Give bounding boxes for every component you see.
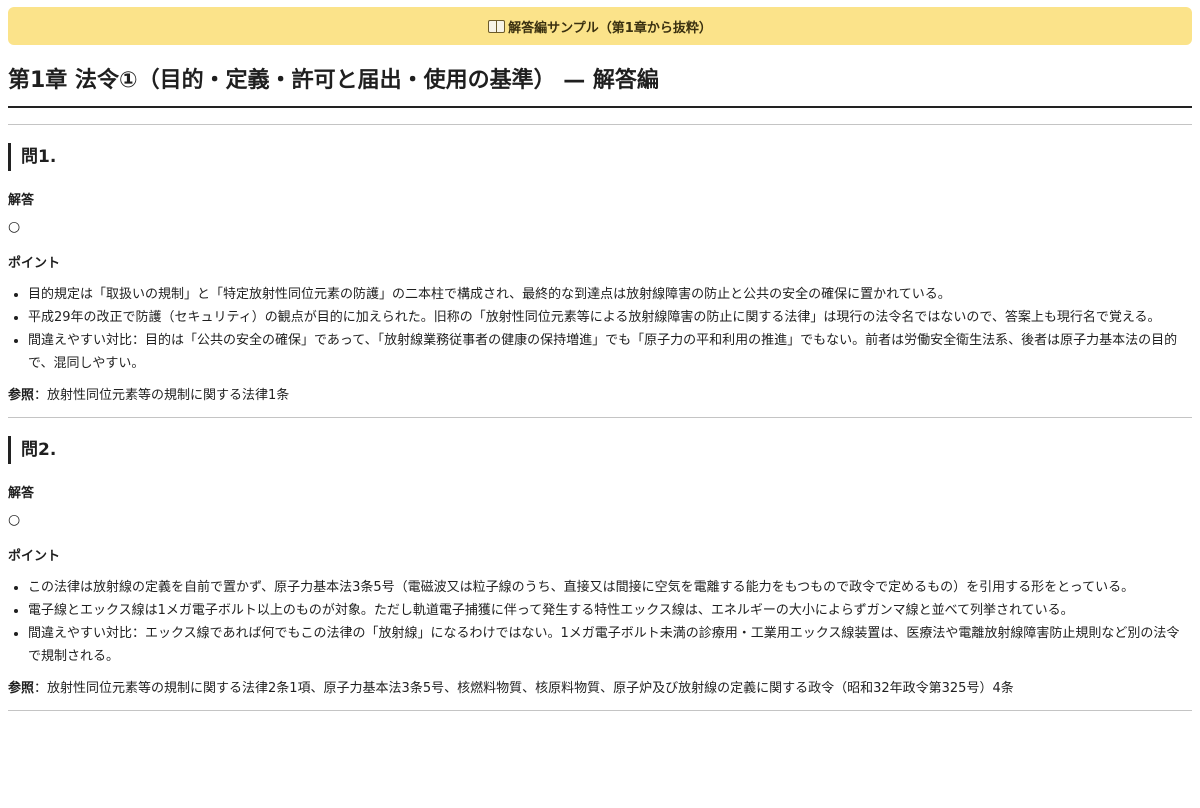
point-item: 間違えやすい対比：目的は「公共の安全の確保」であって、「放射線業務従事者の健康の… (28, 329, 1192, 375)
reference-line: 参照：放射性同位元素等の規制に関する法律1条 (8, 387, 1192, 405)
question-1: 問1. 解答 ○ ポイント 目的規定は「取扱いの規制」と「特定放射性同位元素の防… (8, 125, 1192, 405)
answer-label: 解答 (8, 192, 35, 208)
reference-text: ：放射性同位元素等の規制に関する法律2条1項、原子力基本法3条5号、核燃料物質、… (34, 680, 1014, 696)
point-item: 平成29年の改正で防護（セキュリティ）の観点が目的に加えられた。旧称の「放射性同… (28, 306, 1192, 329)
document-page: 解答編サンプル（第1章から抜粋） 第1章 法令①（目的・定義・許可と届出・使用の… (0, 0, 1200, 711)
reference-text: ：放射性同位元素等の規制に関する法律1条 (34, 387, 290, 403)
open-book-icon (488, 20, 506, 33)
point-item: 電子線とエックス線は1メガ電子ボルト以上のものが対象。ただし軌道電子捕獲に伴って… (28, 599, 1192, 622)
point-item: 間違えやすい対比：エックス線であれば何でもこの法律の「放射線」になるわけではない… (28, 622, 1192, 668)
points-list: 目的規定は「取扱いの規制」と「特定放射性同位元素の防護」の二本柱で構成され、最終… (8, 283, 1192, 375)
reference-label: 参照 (8, 680, 35, 696)
reference-line: 参照：放射性同位元素等の規制に関する法律2条1項、原子力基本法3条5号、核燃料物… (8, 680, 1192, 698)
section-divider (8, 709, 1192, 711)
point-item: 目的規定は「取扱いの規制」と「特定放射性同位元素の防護」の二本柱で構成され、最終… (28, 283, 1192, 306)
reference-label: 参照 (8, 387, 35, 403)
answer-label: 解答 (8, 485, 35, 501)
question-heading: 問1. (8, 142, 1192, 171)
question-2: 問2. 解答 ○ ポイント この法律は放射線の定義を自前で置かず、原子力基本法3… (8, 418, 1192, 698)
answer-mark: ○ (8, 218, 21, 235)
points-label: ポイント (8, 255, 61, 271)
question-heading: 問2. (8, 435, 1192, 464)
answer-mark: ○ (8, 511, 21, 528)
points-label: ポイント (8, 548, 61, 564)
points-list: この法律は放射線の定義を自前で置かず、原子力基本法3条5号（電磁波又は粒子線のう… (8, 576, 1192, 668)
sample-banner: 解答編サンプル（第1章から抜粋） (8, 7, 1192, 45)
point-item: この法律は放射線の定義を自前で置かず、原子力基本法3条5号（電磁波又は粒子線のう… (28, 576, 1192, 599)
banner-text: 解答編サンプル（第1章から抜粋） (508, 20, 712, 36)
page-title: 第1章 法令①（目的・定義・許可と届出・使用の基準） — 解答編 (8, 67, 1192, 108)
